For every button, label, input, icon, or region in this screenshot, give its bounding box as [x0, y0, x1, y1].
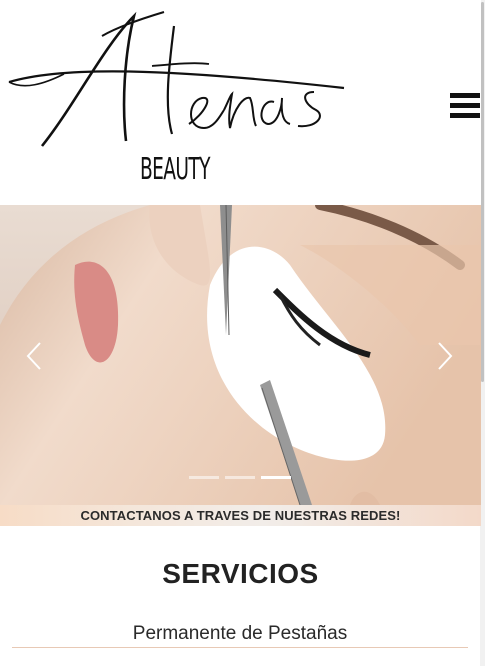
scrollbar-thumb[interactable]: [481, 2, 484, 382]
eyelash-treatment-photo: [0, 205, 481, 505]
carousel-indicator-2[interactable]: [225, 476, 255, 479]
carousel-next-button[interactable]: [433, 339, 457, 373]
brand-logo[interactable]: BEAUTY: [4, 6, 354, 196]
site-header: BEAUTY: [0, 0, 481, 205]
hero-carousel: [0, 205, 481, 505]
carousel-indicator-1[interactable]: [189, 476, 219, 479]
logo-script-wordmark: [8, 11, 345, 147]
hamburger-icon-bar: [450, 113, 480, 118]
carousel-indicators: [189, 476, 291, 479]
hamburger-icon-bar: [450, 93, 480, 98]
carousel-indicator-3[interactable]: [261, 476, 291, 479]
hamburger-icon-bar: [450, 103, 480, 108]
chevron-right-icon: [438, 342, 453, 370]
service-item-permanente-pestanas[interactable]: Permanente de Pestañas: [12, 623, 468, 648]
carousel-prev-button[interactable]: [22, 339, 46, 373]
chevron-left-icon: [26, 342, 41, 370]
contact-banner[interactable]: CONTACTANOS A TRAVES DE NUESTRAS REDES!: [0, 505, 481, 526]
logo-subtitle: BEAUTY: [140, 152, 210, 187]
services-section-title: SERVICIOS: [162, 558, 319, 589]
hamburger-menu-button[interactable]: [450, 93, 482, 123]
